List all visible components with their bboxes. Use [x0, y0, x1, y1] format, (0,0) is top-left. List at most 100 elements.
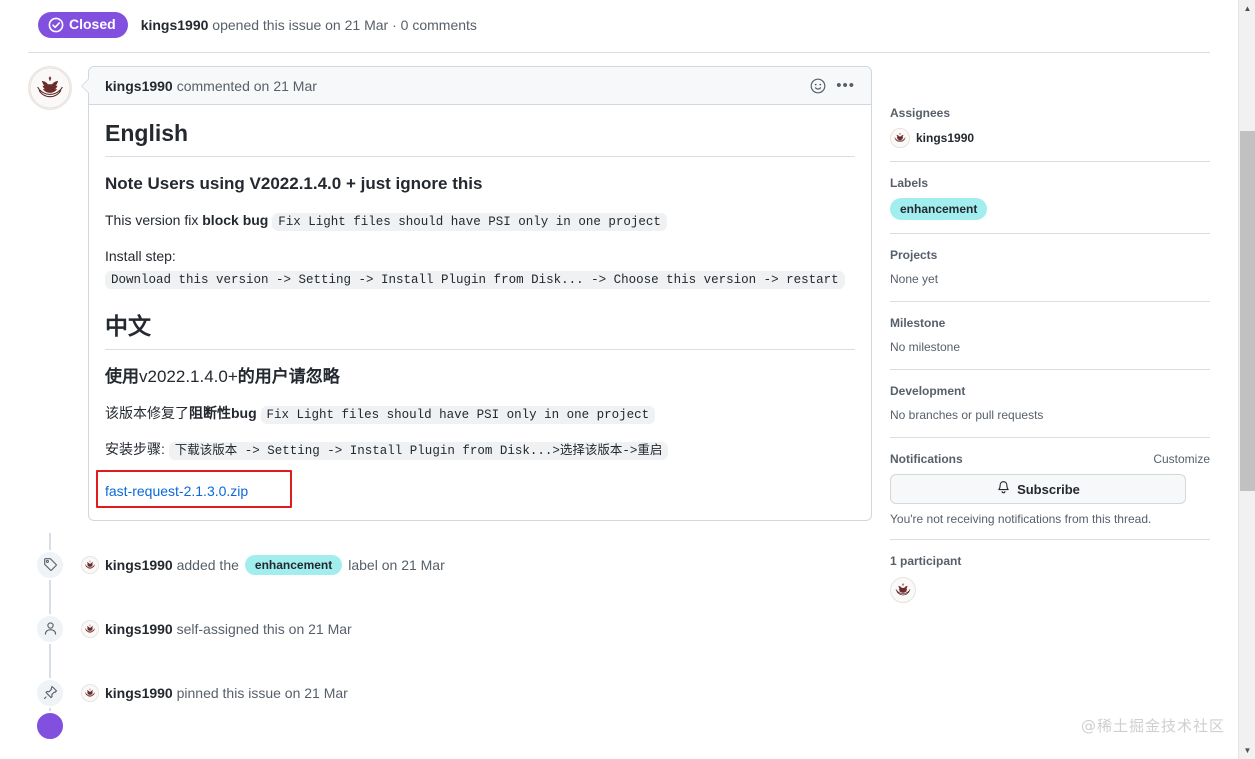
comment-block: kings1990 commented on 21 Mar ••• Englis…: [28, 66, 880, 521]
issue-meta-separator: ·: [388, 17, 401, 33]
sidebar-title-milestone[interactable]: Milestone: [890, 316, 1210, 330]
pin-icon: [35, 677, 65, 708]
check-circle-icon: [48, 17, 64, 33]
issue-sidebar: Assignees kings1990 Labels enhancement P…: [880, 66, 1210, 603]
sidebar-title-development[interactable]: Development: [890, 384, 1210, 398]
issue-author[interactable]: kings1990: [141, 17, 209, 33]
timeline-item: kings1990 self-assigned this on 21 Mar: [28, 597, 880, 661]
code-fix-light-files: Fix Light files should have PSI only in …: [272, 212, 667, 231]
timeline-date: 21 Mar: [304, 684, 348, 701]
avatar[interactable]: [81, 555, 99, 574]
comment-action-text: commented on: [176, 77, 270, 94]
timeline-item-text: kings1990 added the enhancement label on…: [81, 554, 445, 575]
sidebar-section-milestone: Milestone No milestone: [890, 316, 1210, 370]
text-this-version-fix: This version fix: [105, 211, 203, 228]
code-fix-light-files-cn: Fix Light files should have PSI only in …: [260, 406, 656, 425]
header-divider: [28, 52, 1210, 53]
timeline-text-before: self-assigned this on: [172, 620, 309, 637]
timeline-date: 21 Mar: [308, 620, 352, 637]
avatar[interactable]: [28, 66, 72, 110]
subscribe-button[interactable]: Subscribe: [890, 474, 1186, 504]
heading-chinese: 中文: [105, 312, 855, 351]
avatar[interactable]: [81, 683, 99, 702]
timeline-closed-event-icon: [35, 710, 65, 741]
development-value: No branches or pull requests: [890, 408, 1044, 422]
person-icon: [35, 613, 65, 644]
tag-icon: [35, 549, 65, 580]
scroll-down-arrow-icon[interactable]: ▼: [1239, 742, 1255, 759]
timeline-item-text: kings1990 pinned this issue on 21 Mar: [81, 683, 348, 702]
text-version-fix-cn: 该版本修复了: [105, 405, 189, 422]
assignee-name: kings1990: [916, 131, 975, 145]
milestone-value: No milestone: [890, 340, 961, 354]
comment-author[interactable]: kings1990: [105, 78, 173, 94]
heading-note-chinese: 使用v2022.1.4.0+的用户请忽略: [105, 366, 855, 389]
sidebar-title-notifications: Notifications Customize: [890, 452, 1210, 466]
comment-body: English Note Users using V2022.1.4.0 + j…: [89, 105, 871, 520]
text-install-step-cn: 安装步骤:: [105, 441, 169, 458]
code-install-steps-cn: 下载该版本 -> Setting -> Install Plugin from …: [168, 442, 669, 461]
issue-page: Closed kings1990 opened this issue on 21…: [0, 0, 1255, 759]
timeline-date: 21 Mar: [401, 556, 445, 573]
label-chip-enhancement[interactable]: enhancement: [890, 198, 988, 220]
sidebar-section-development: Development No branches or pull requests: [890, 384, 1210, 438]
comment-date: 21 Mar: [273, 77, 317, 94]
assignee-entry[interactable]: kings1990: [890, 128, 1210, 148]
timeline-author[interactable]: kings1990: [105, 621, 173, 637]
sidebar-section-projects: Projects None yet: [890, 248, 1210, 302]
comment-header: kings1990 commented on 21 Mar •••: [89, 67, 871, 105]
sidebar-section-labels: Labels enhancement: [890, 176, 1210, 234]
scrollbar[interactable]: ▲ ▼: [1238, 0, 1255, 759]
paragraph-install-step: Install step: Download this version -> S…: [105, 246, 855, 290]
bell-icon: [996, 480, 1011, 498]
notification-note: You're not receiving notifications from …: [890, 512, 1152, 526]
timeline-item: kings1990 pinned this issue on 21 Mar: [28, 661, 880, 725]
customize-link[interactable]: Customize: [1153, 452, 1210, 466]
comment-bubble: kings1990 commented on 21 Mar ••• Englis…: [81, 66, 872, 521]
participants-list: [890, 577, 1210, 603]
status-badge[interactable]: enhancement: [244, 554, 343, 575]
issue-content: kings1990 commented on 21 Mar ••• Englis…: [0, 66, 1238, 741]
watermark: @稀土掘金技术社区: [1080, 717, 1225, 735]
text-install-step: Install step:: [105, 248, 176, 265]
sidebar-section-participants: 1 participant: [890, 554, 1210, 603]
avatar[interactable]: [890, 128, 910, 148]
participants-title: 1 participant: [890, 554, 962, 568]
paragraph-version-fix-cn: 该版本修复了阻断性bug Fix Light files should have…: [105, 403, 855, 425]
status-badge: Closed: [38, 12, 128, 38]
sidebar-section-assignees: Assignees kings1990: [890, 106, 1210, 162]
smiley-icon[interactable]: [810, 78, 826, 94]
heading-note-cn-part3: 的用户请忽略: [237, 367, 340, 387]
timeline-item: kings1990 added the enhancement label on…: [28, 533, 880, 597]
sidebar-title-assignees[interactable]: Assignees: [890, 106, 1210, 120]
scroll-up-arrow-icon[interactable]: ▲: [1239, 0, 1255, 17]
timeline-text-before: pinned this issue on: [172, 684, 305, 701]
sidebar-section-notifications: Notifications Customize Subscribe You're…: [890, 452, 1210, 540]
paragraph-install-step-cn: 安装步骤: 下载该版本 -> Setting -> Install Plugin…: [105, 439, 855, 461]
status-badge-label: Closed: [69, 16, 116, 33]
subscribe-button-label: Subscribe: [1017, 481, 1080, 497]
heading-english: English: [105, 119, 855, 157]
heading-note-cn-version: v2022.1.4.0+: [139, 367, 238, 387]
notifications-label: Notifications: [890, 452, 963, 466]
scrollbar-thumb[interactable]: [1240, 131, 1255, 491]
issue-timeline: kings1990 added the enhancement label on…: [28, 532, 880, 741]
timeline-author[interactable]: kings1990: [105, 557, 173, 573]
avatar[interactable]: [81, 619, 99, 638]
avatar[interactable]: [890, 577, 916, 603]
timeline-text-before: added the: [172, 556, 239, 573]
heading-note-cn-part1: 使用: [105, 367, 139, 387]
issue-comment-count: 0 comments: [400, 17, 477, 33]
kebab-menu-icon[interactable]: •••: [836, 78, 855, 93]
timeline-text-after: label on: [348, 556, 402, 573]
attachment-link[interactable]: fast-request-2.1.3.0.zip: [105, 482, 248, 500]
sidebar-title-labels[interactable]: Labels: [890, 176, 1210, 190]
attachment-wrapper: fast-request-2.1.3.0.zip: [96, 469, 292, 508]
issue-opened-text: opened this issue on: [208, 17, 345, 33]
code-install-steps: Download this version -> Setting -> Inst…: [105, 270, 845, 289]
sidebar-title-projects[interactable]: Projects: [890, 248, 1210, 262]
issue-date: 21 Mar: [344, 17, 389, 33]
projects-value: None yet: [890, 272, 939, 286]
timeline-item-text: kings1990 self-assigned this on 21 Mar: [81, 619, 352, 638]
timeline-author[interactable]: kings1990: [105, 685, 173, 701]
